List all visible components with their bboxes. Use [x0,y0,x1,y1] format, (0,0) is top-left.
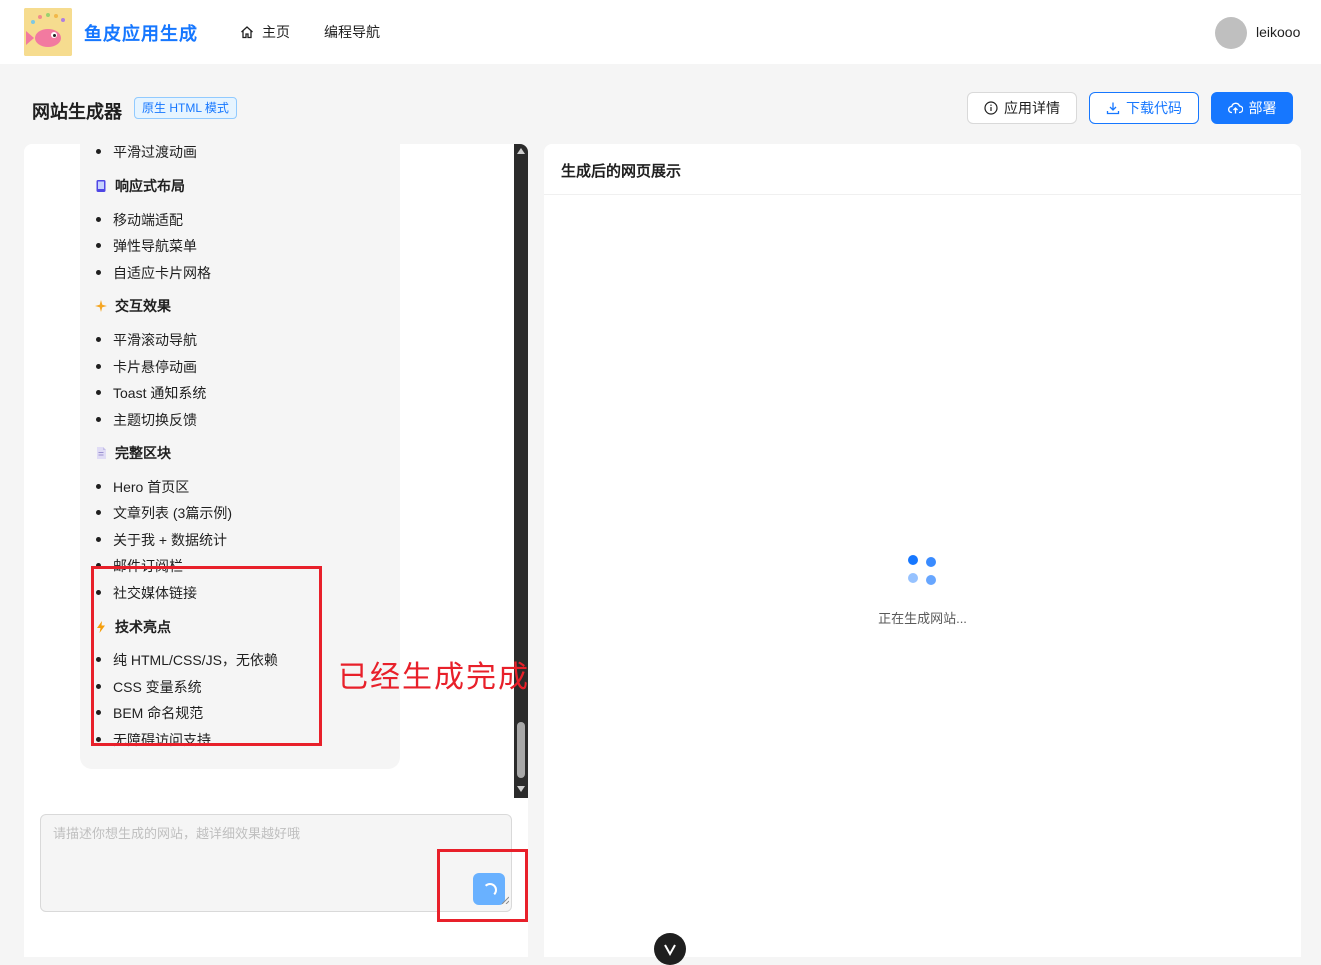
app-logo[interactable] [24,8,72,56]
section-heading-label: 响应式布局 [115,178,185,194]
section-heading: 响应式布局 [95,176,185,196]
section-heading-label: 完整区块 [115,445,171,461]
document-icon [95,446,107,459]
cloud-upload-icon [1227,95,1243,125]
chevron-down-icon [664,944,676,957]
section-heading-label: 交互效果 [115,298,171,314]
floating-toggle-button[interactable] [654,933,686,965]
list-item: 移动端适配 [96,212,183,228]
scrollbar-thumb[interactable] [517,722,525,778]
mobile-phone-icon [95,179,107,192]
list-item: 关于我 + 数据统计 [96,532,227,548]
chat-panel: 平滑过渡动画 响应式布局 移动端适配 弹性导航菜单 自适应卡片网格 交互效果 平… [24,144,528,957]
nav-home[interactable]: 主页 [240,22,290,42]
annotation-highlight-box [91,566,322,746]
prompt-placeholder: 请描述你想生成的网站，越详细效果越好哦 [53,826,301,841]
download-code-label: 下载代码 [1126,100,1182,116]
mode-tag: 原生 HTML 模式 [134,97,237,119]
preview-title: 生成后的网页展示 [561,163,682,180]
list-item: 自适应卡片网格 [96,265,211,281]
section-heading: 完整区块 [95,443,171,463]
annotation-highlight-box [437,849,528,922]
annotation-text: 已经生成完成 [338,660,530,695]
preview-panel: 生成后的网页展示 正在生成网站... [544,144,1301,957]
app-detail-button[interactable]: 应用详情 [967,92,1077,124]
loading-dots-icon [906,555,938,587]
deploy-label: 部署 [1248,100,1277,116]
top-navbar: 鱼皮应用生成 主页 编程导航 leikooo [0,0,1321,64]
brand-name[interactable]: 鱼皮应用生成 [84,20,198,46]
list-item: 文章列表 (3篇示例) [96,505,232,521]
sparkles-icon [95,299,107,312]
download-code-button[interactable]: 下载代码 [1089,92,1199,124]
loading-text: 正在生成网站... [878,611,967,626]
divider [544,194,1301,195]
info-icon [984,95,998,125]
page-title: 网站生成器 [32,102,122,122]
nav-home-label: 主页 [262,24,290,40]
app-detail-label: 应用详情 [1004,100,1060,116]
username[interactable]: leikooo [1256,24,1300,40]
section-heading: 交互效果 [95,296,171,316]
avatar[interactable] [1215,17,1247,49]
download-icon [1106,95,1120,125]
scroll-down-arrow[interactable] [517,786,525,792]
deploy-button[interactable]: 部署 [1211,92,1293,124]
list-item: 卡片悬停动画 [96,359,197,375]
home-icon [240,25,254,42]
list-item: 弹性导航菜单 [96,238,197,254]
list-item: 主题切换反馈 [96,412,197,428]
list-item: Toast 通知系统 [95,385,207,401]
scroll-up-arrow[interactable] [517,148,525,154]
list-item: Hero 首页区 [95,479,190,495]
list-item: 平滑滚动导航 [96,332,197,348]
chat-scrollbar[interactable] [514,144,528,798]
nav-coding[interactable]: 编程导航 [324,22,380,42]
list-item: 平滑过渡动画 [96,144,197,160]
